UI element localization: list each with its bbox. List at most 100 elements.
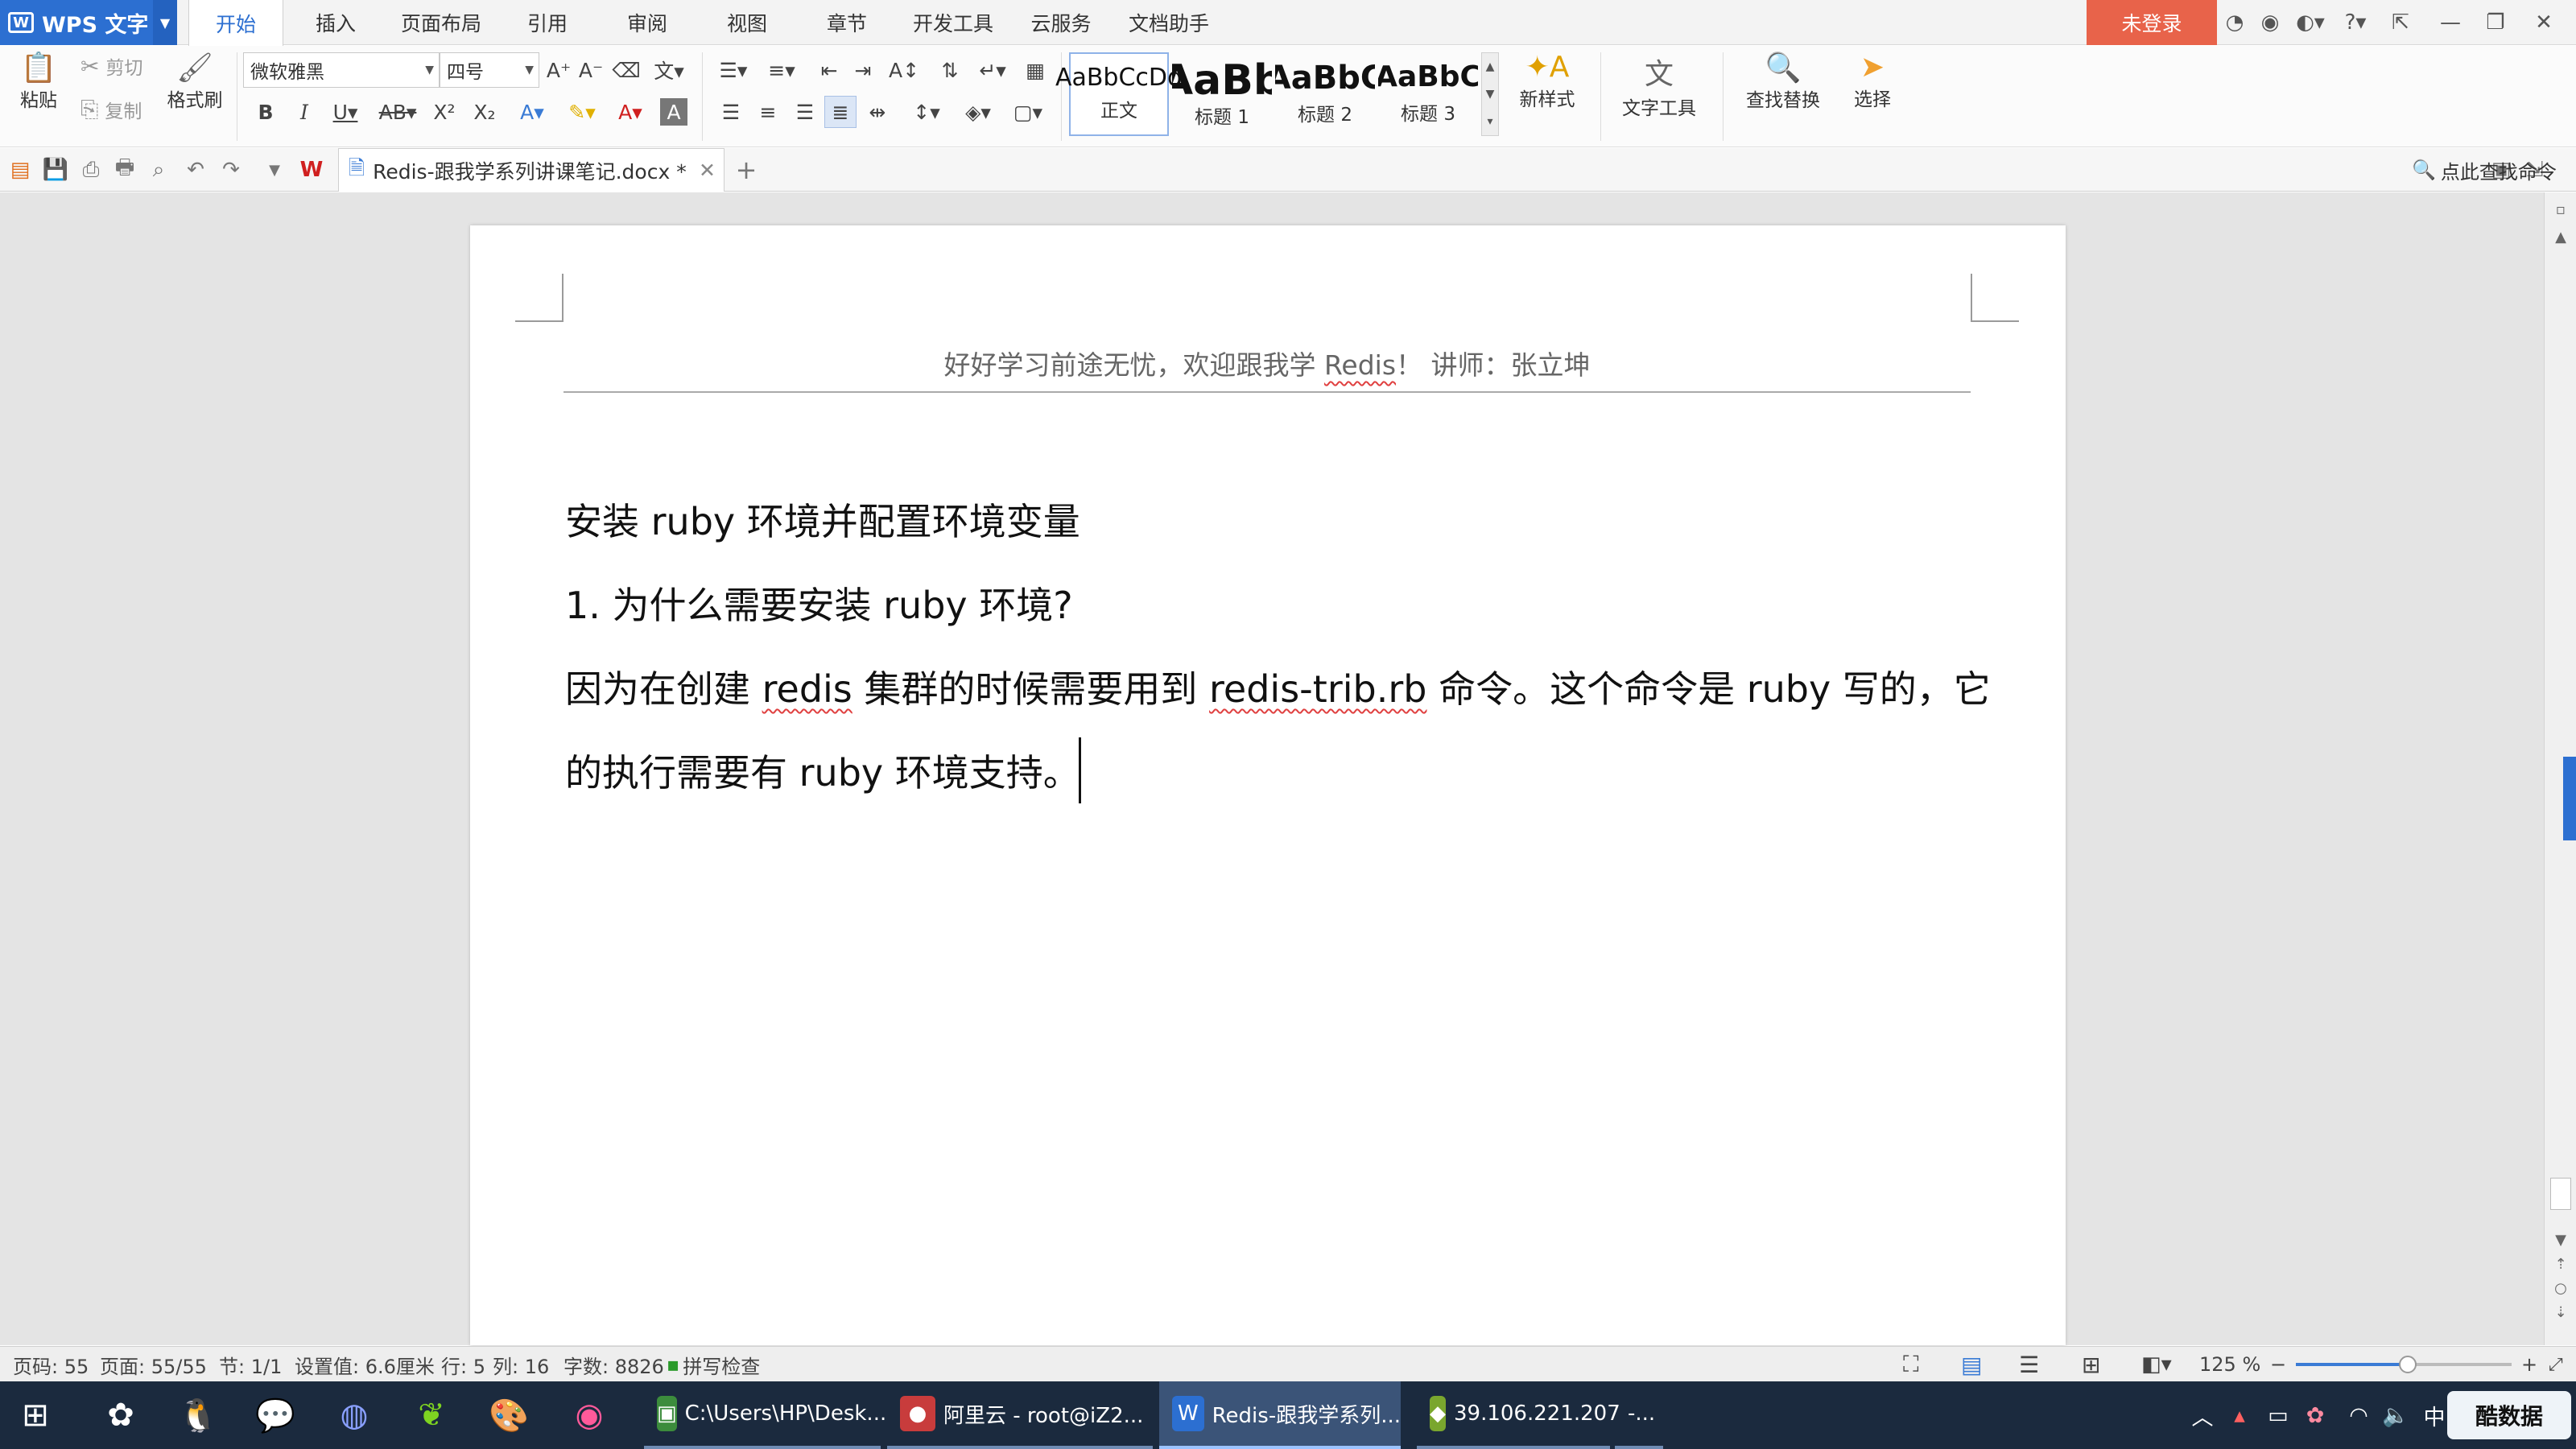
grow-font-icon[interactable]: A⁺ (543, 54, 575, 86)
align-left-icon[interactable]: ☰ (715, 96, 747, 128)
web-view-icon[interactable]: ⊞ (2082, 1347, 2100, 1382)
flower-app-icon[interactable]: ✿ (95, 1389, 147, 1441)
paint-app-icon[interactable]: 🎨 (483, 1389, 535, 1441)
tab-doc-assistant[interactable]: 文档助手 (1119, 0, 1219, 45)
tab-references[interactable]: 引用 (507, 0, 588, 45)
save-icon[interactable]: 💾 (42, 156, 69, 184)
battery-icon[interactable]: ▭ (2262, 1381, 2294, 1449)
font-color-icon[interactable]: A▾ (610, 96, 650, 128)
skin-icon[interactable]: ◔ (2219, 6, 2251, 39)
styles-scroll[interactable]: ▲ ▼ ▾ (1481, 52, 1499, 136)
browse-object-icon[interactable]: ○ (2545, 1276, 2576, 1300)
show-marks-icon[interactable]: ↵▾ (971, 54, 1014, 86)
tab-insert[interactable]: 插入 (298, 0, 374, 45)
chevron-down-icon[interactable]: ▼ (153, 0, 177, 45)
login-button[interactable]: 未登录 (2087, 0, 2217, 45)
italic-icon[interactable]: I (288, 96, 320, 128)
reading-mode-icon[interactable]: ◧▾ (2141, 1347, 2172, 1382)
paragraph-line[interactable]: 因为在创建 redis 集群的时候需要用到 redis-trib.rb 命令。这… (565, 660, 1991, 713)
font-name-select[interactable]: 微软雅黑 ▼ (243, 52, 440, 88)
leaf-app-icon[interactable]: ❦ (406, 1389, 457, 1441)
print-icon[interactable]: 🖶 (111, 155, 138, 184)
status-col[interactable]: 列: 16 (493, 1347, 549, 1382)
line-spacing-icon[interactable]: ↕▾ (905, 96, 948, 128)
sort-icon[interactable]: ⇅ (934, 54, 966, 86)
scroll-up-icon[interactable]: ▲ (2545, 225, 2576, 249)
scroll-thumb[interactable] (2550, 1178, 2571, 1210)
fullscreen-view-icon[interactable]: ⛶ (1903, 1347, 1919, 1382)
spell-check[interactable]: ▪ 拼写检查 (667, 1347, 760, 1382)
windows-start-icon[interactable]: ⊞ (10, 1389, 61, 1441)
close-tab-icon[interactable]: ✕ (699, 159, 716, 182)
subscript-icon[interactable]: X₂ (469, 96, 501, 128)
char-shading-icon[interactable]: A (660, 98, 687, 126)
bold-icon[interactable]: B (250, 96, 282, 128)
style-heading-3[interactable]: AaBbC 标题 3 (1378, 52, 1478, 136)
restore-icon[interactable]: ❐ (2479, 6, 2512, 39)
ime-indicator[interactable]: 中 (2418, 1381, 2450, 1449)
zoom-in-icon[interactable]: + (2521, 1347, 2537, 1382)
next-page-icon[interactable]: ⇣ (2545, 1300, 2576, 1324)
status-setting[interactable]: 设置值: 6.6厘米 (295, 1347, 435, 1382)
fit-window-icon[interactable]: ⤢ (2549, 1347, 2563, 1382)
strikethrough-icon[interactable]: AB▾ (374, 96, 422, 128)
justify-icon[interactable]: ≣ (824, 96, 857, 128)
wechat-icon[interactable]: 💬 (250, 1389, 301, 1441)
taskbar-task[interactable]: W Redis-跟我学系列... (1159, 1381, 1401, 1449)
tab-review[interactable]: 审阅 (609, 0, 686, 45)
paragraph-shading-icon[interactable]: ◈▾ (956, 96, 1000, 128)
superscript-icon[interactable]: X² (428, 96, 460, 128)
format-painter-button[interactable]: 🖌 格式刷 (161, 51, 229, 112)
tab-chapter[interactable]: 章节 (808, 0, 886, 45)
section-title[interactable]: 安装 ruby 环境并配置环境变量 (565, 493, 1080, 546)
zoom-slider-thumb[interactable] (2399, 1356, 2417, 1373)
document-tab[interactable]: 🗎 Redis-跟我学系列讲课笔记.docx * ✕ (338, 148, 724, 192)
taskbar-task[interactable]: ◆ 39.106.221.207 (1417, 1381, 1620, 1449)
borders-icon[interactable]: ▢▾ (1006, 96, 1050, 128)
minimize-icon[interactable]: — (2434, 6, 2467, 39)
decrease-indent-icon[interactable]: ⇤ (813, 54, 845, 86)
status-row[interactable]: 行: 5 (441, 1347, 485, 1382)
wifi-icon[interactable]: ◠ (2343, 1381, 2375, 1449)
customize-toolbar-icon[interactable]: ▼ (261, 156, 288, 184)
style-normal[interactable]: AaBbCcDd 正文 (1055, 52, 1183, 136)
share-icon[interactable]: ◐▾ (2289, 6, 2331, 39)
numbering-icon[interactable]: ≡▾ (760, 54, 803, 86)
text-effect-icon[interactable]: A▾ (512, 96, 552, 128)
status-words[interactable]: 字数: 8826 (564, 1347, 664, 1382)
font-size-select[interactable]: 四号 ▼ (440, 52, 539, 88)
volume-icon[interactable]: 🔈 (2380, 1381, 2412, 1449)
zoom-level[interactable]: 125 % (2199, 1347, 2260, 1382)
increase-indent-icon[interactable]: ⇥ (847, 54, 879, 86)
split-icon[interactable]: ▫ (2545, 197, 2576, 221)
clear-format-icon[interactable]: ⌫ (610, 54, 642, 86)
status-pages[interactable]: 页面: 55/55 (100, 1347, 207, 1382)
cut-button[interactable]: ✂ 剪切 (80, 52, 142, 80)
ribbon-toggle-icon[interactable]: ⇱ (2384, 6, 2417, 39)
distribute-icon[interactable]: ⇹ (861, 96, 894, 128)
page-header[interactable]: 好好学习前途无忧，欢迎跟我学 Redis！ 讲师：张立坤 (564, 345, 1971, 393)
scroll-down-icon[interactable]: ▼ (2545, 1228, 2576, 1252)
bullets-icon[interactable]: ☰▾ (712, 54, 755, 86)
table-icon[interactable]: ▦ (1019, 54, 1051, 86)
select-button[interactable]: ➤ 选择 (1839, 51, 1906, 111)
question-heading[interactable]: 1. 为什么需要安装 ruby 环境? (565, 576, 1073, 630)
zoom-out-icon[interactable]: − (2270, 1347, 2286, 1382)
redo-icon[interactable]: ↷ (217, 156, 245, 184)
chrome-icon[interactable]: ◉ (564, 1389, 615, 1441)
paste-button[interactable]: 📋 粘贴 (10, 51, 68, 112)
command-search[interactable]: 🔍 点此查找命令 (2412, 156, 2557, 184)
zoom-slider[interactable] (2296, 1356, 2512, 1373)
style-heading-2[interactable]: AaBbC 标题 2 (1275, 52, 1375, 136)
tab-home[interactable]: 开始 (188, 0, 283, 46)
page-view-icon[interactable]: ▤ (1961, 1347, 1982, 1382)
phonetic-icon[interactable]: 文▾ (649, 54, 689, 86)
taskbar-task[interactable]: -... (1615, 1381, 1663, 1449)
outline-view-icon[interactable]: ☰ (2019, 1347, 2039, 1382)
export-pdf-icon[interactable]: ⎙ (77, 156, 105, 184)
tab-developer[interactable]: 开发工具 (903, 0, 1003, 45)
qq-icon[interactable]: 🐧 (172, 1389, 224, 1441)
undo-icon[interactable]: ↶ (182, 156, 209, 184)
paragraph-line[interactable]: 的执行需要有 ruby 环境支持。 (565, 744, 1080, 797)
status-section[interactable]: 节: 1/1 (219, 1347, 282, 1382)
